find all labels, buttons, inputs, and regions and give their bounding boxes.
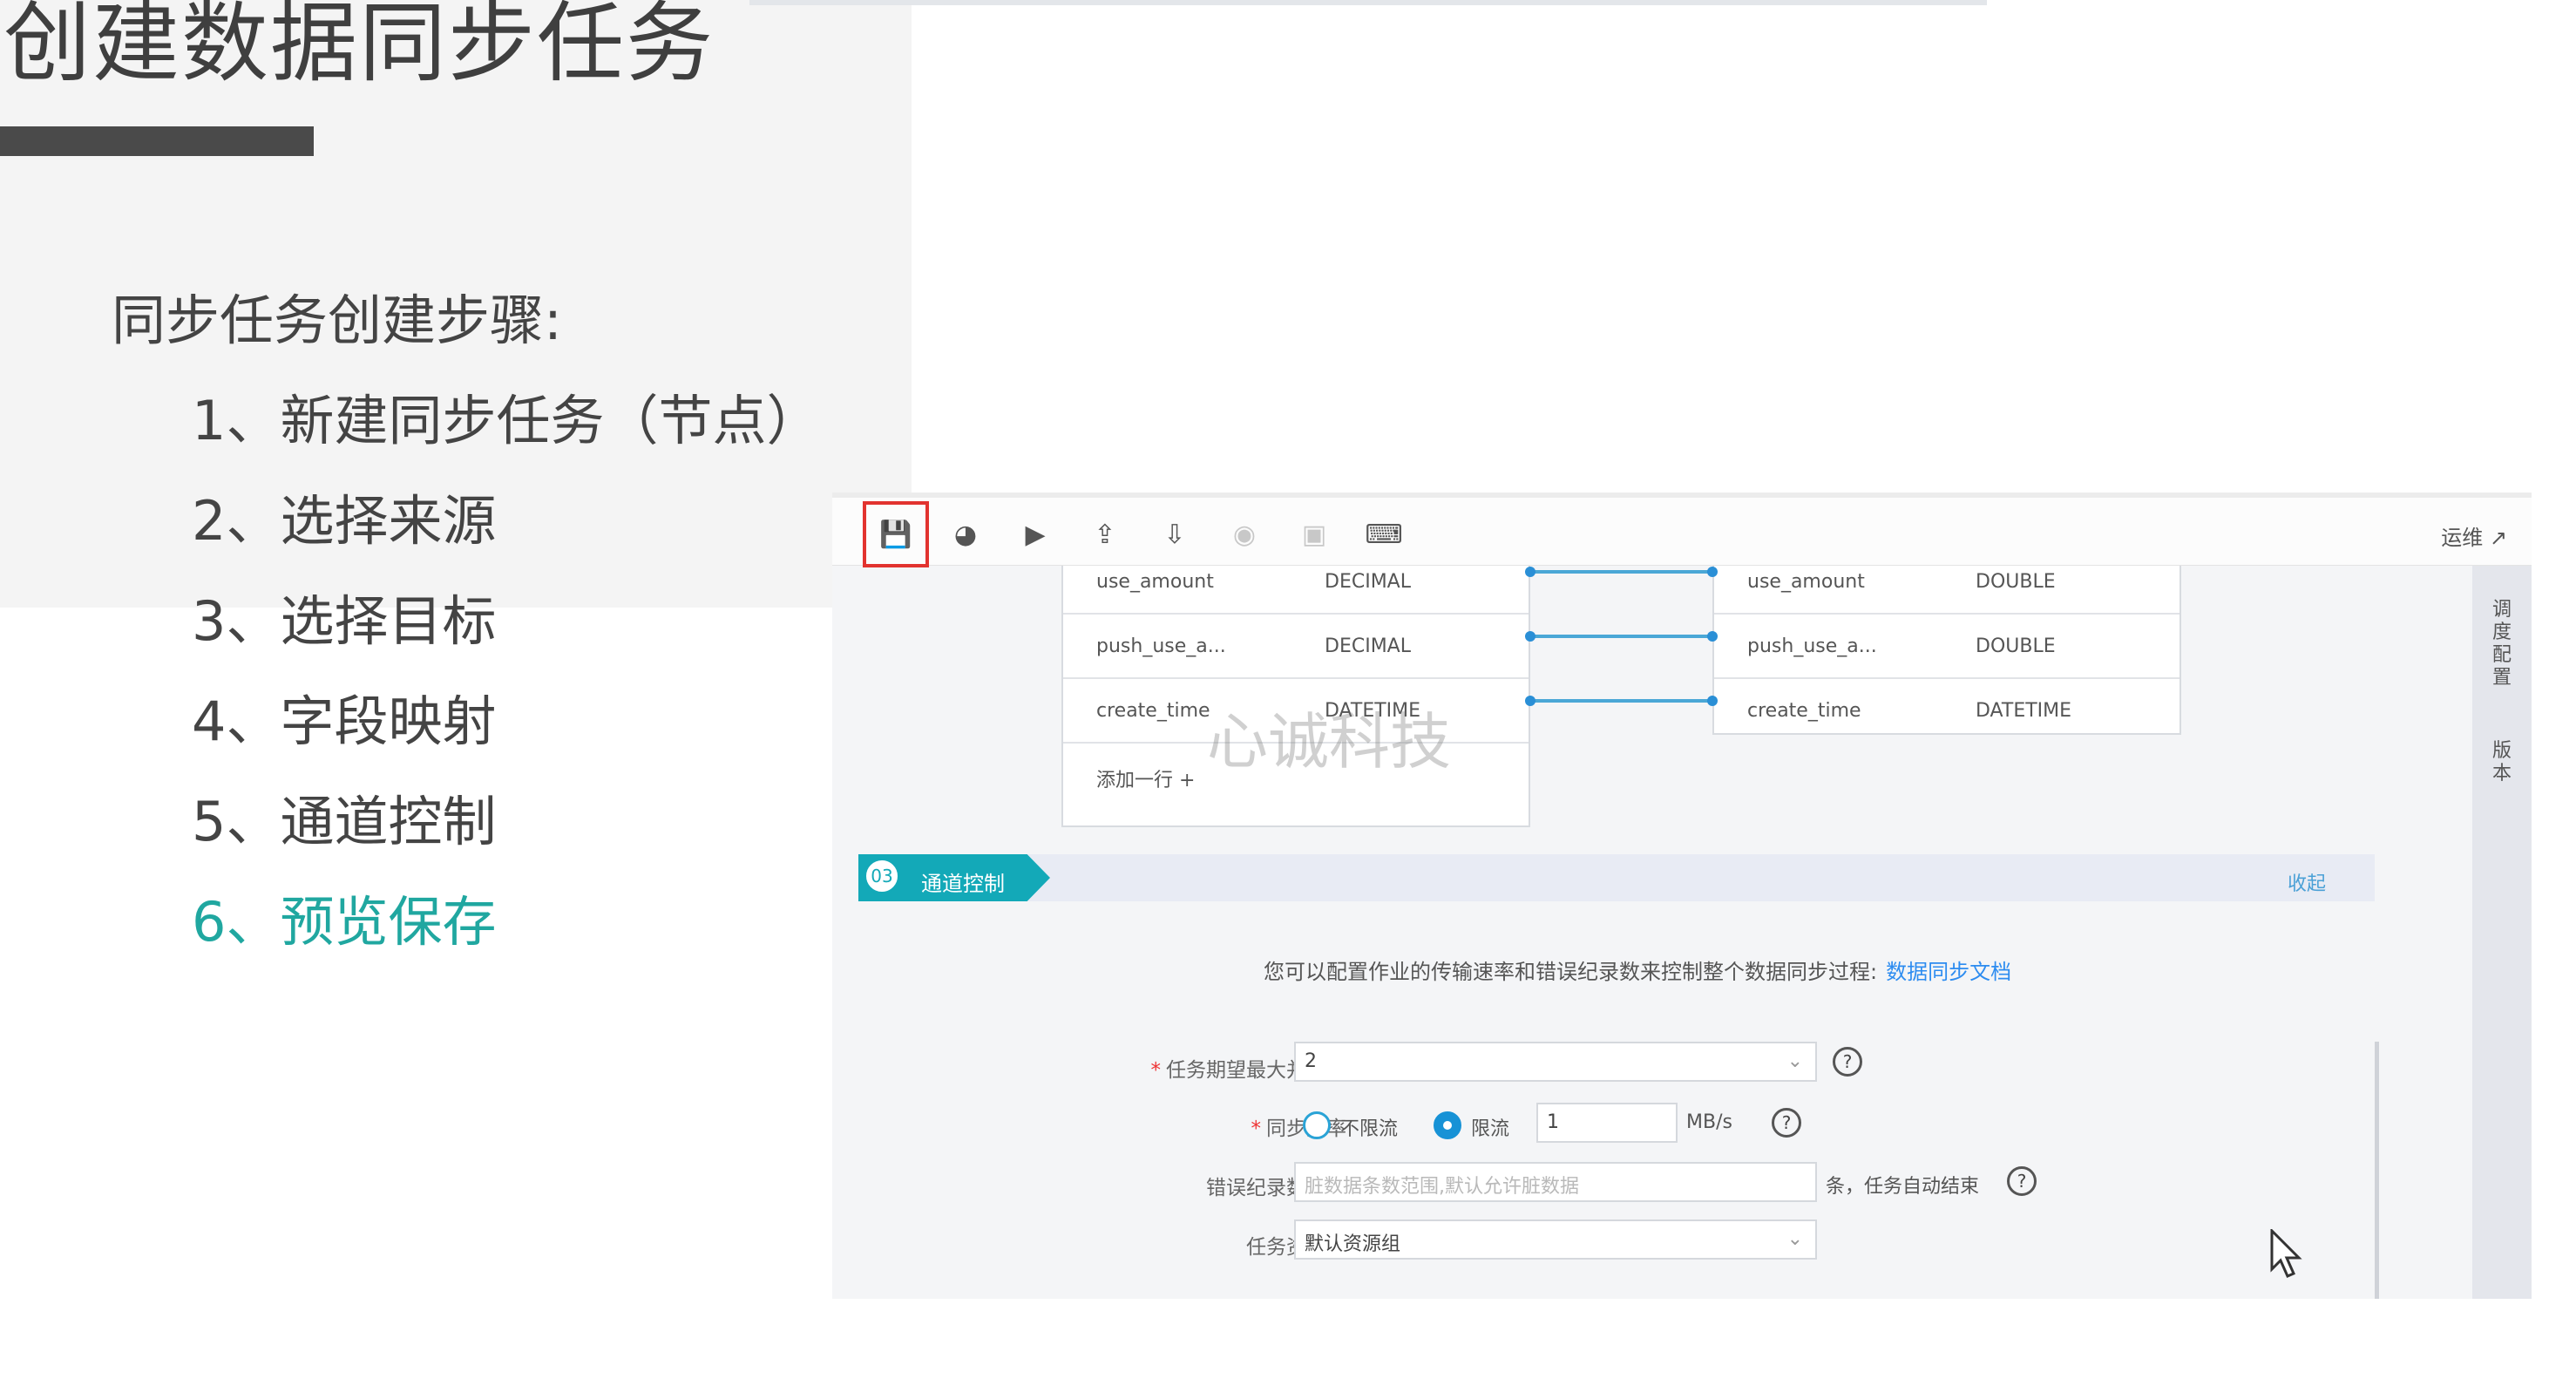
rate-limit-input[interactable]: 1	[1536, 1103, 1678, 1143]
run-step-button[interactable]: ▶	[1018, 517, 1053, 552]
lock-icon: ▣	[1301, 519, 1327, 550]
step-item: 2、选择来源	[192, 489, 497, 553]
export-button[interactable]: ⇩	[1157, 517, 1192, 552]
run-icon: ◕	[953, 519, 978, 550]
run-button[interactable]: ◕	[948, 517, 983, 552]
help-icon[interactable]: ?	[2007, 1166, 2037, 1196]
ops-link[interactable]: 运维 ↗	[2441, 520, 2507, 551]
error-limit-suffix: 条，任务自动结束	[1826, 1176, 1980, 1198]
export-icon: ⇩	[1163, 519, 1186, 550]
steps-list: 1、新建同步任务（节点） 2、选择来源 3、选择目标 4、字段映射 5、通道控制…	[192, 370, 820, 972]
step-item: 4、字段映射	[192, 690, 497, 753]
step-item-active: 6、预览保存	[192, 890, 497, 954]
submit-icon: ⇪	[1094, 519, 1116, 550]
right-side-rail: 调度配置 版本	[2472, 566, 2532, 1299]
chevron-down-icon: ⌄	[1786, 1228, 1803, 1250]
chevron-down-icon: ⌄	[1786, 1050, 1803, 1072]
connector-dot[interactable]	[1707, 567, 1718, 577]
schedule-config-tab[interactable]: 调度配置	[2491, 599, 2512, 690]
rate-limited-radio[interactable]	[1434, 1111, 1461, 1139]
code-icon: ⌨	[1365, 519, 1403, 550]
code-button[interactable]: ⌨	[1365, 517, 1403, 552]
version-tab[interactable]: 版本	[2491, 740, 2512, 785]
section-step-number: 03	[864, 858, 900, 894]
channel-control-section-header[interactable]: 03 通道控制 收起	[858, 854, 2375, 901]
run-step-icon: ▶	[1025, 519, 1046, 550]
rate-unit: MB/s	[1686, 1111, 1732, 1133]
title-underline-bar	[0, 126, 314, 156]
mapping-connector[interactable]	[1530, 635, 1712, 638]
save-icon: 💾	[879, 519, 912, 550]
connector-dot[interactable]	[1707, 631, 1718, 642]
lock-button[interactable]: ▣	[1297, 517, 1332, 552]
doc-link[interactable]: 数据同步文档	[1886, 960, 2011, 984]
rate-unlimited-radio[interactable]	[1303, 1111, 1331, 1139]
error-limit-input[interactable]: 脏数据条数范围,默认允许脏数据	[1294, 1162, 1817, 1202]
channel-intro: 您可以配置作业的传输速率和错误纪录数来控制整个数据同步过程: 数据同步文档	[1264, 960, 2012, 984]
app-window: 💾 ◕ ▶ ⇪ ⇩ ◉ ▣ ⌨ 运维 ↗ 调度配置 版本 use_amount	[832, 492, 2532, 1299]
target-field-row: use_amount DOUBLE	[1714, 550, 2179, 615]
save-button[interactable]: 💾	[863, 501, 929, 567]
mapping-connector[interactable]	[1530, 570, 1712, 574]
step-item: 5、通道控制	[192, 790, 497, 853]
steps-heading: 同步任务创建步骤:	[112, 289, 562, 352]
section-title: 通道控制	[921, 872, 1005, 896]
connector-dot[interactable]	[1707, 696, 1718, 706]
target-field-table: use_amount DOUBLE push_use_a... DOUBLE c…	[1712, 566, 2181, 735]
watermark-text: 心诚科技	[1207, 706, 1451, 778]
resource-group-select[interactable]: 默认资源组 ⌄	[1294, 1219, 1817, 1260]
mapping-connector[interactable]	[1530, 699, 1712, 703]
connector-dot[interactable]	[1525, 631, 1535, 642]
submit-button[interactable]: ⇪	[1088, 517, 1122, 552]
source-field-row: use_amount DECIMAL	[1063, 550, 1529, 615]
slide-title: 创建数据同步任务	[3, 0, 715, 94]
connector-dot[interactable]	[1525, 567, 1535, 577]
target-field-row: push_use_a... DOUBLE	[1714, 615, 2179, 679]
source-field-row: push_use_a... DECIMAL	[1063, 615, 1529, 679]
help-icon[interactable]: ?	[1772, 1108, 1801, 1138]
stop-icon: ◉	[1232, 519, 1257, 550]
target-field-row: create_time DATETIME	[1747, 700, 2072, 722]
connector-dot[interactable]	[1525, 696, 1535, 706]
rate-unlimited-label[interactable]: 不限流	[1340, 1113, 1398, 1141]
help-icon[interactable]: ?	[1833, 1047, 1862, 1077]
scrollbar[interactable]	[2375, 1042, 2379, 1299]
rate-limited-label[interactable]: 限流	[1471, 1113, 1509, 1141]
concurrency-select[interactable]: 2 ⌄	[1294, 1042, 1817, 1082]
top-strip	[749, 0, 1987, 5]
step-item: 1、新建同步任务（节点）	[192, 389, 821, 452]
stop-button[interactable]: ◉	[1227, 517, 1262, 552]
step-item: 3、选择目标	[192, 589, 497, 653]
collapse-link[interactable]: 收起	[2288, 868, 2326, 896]
